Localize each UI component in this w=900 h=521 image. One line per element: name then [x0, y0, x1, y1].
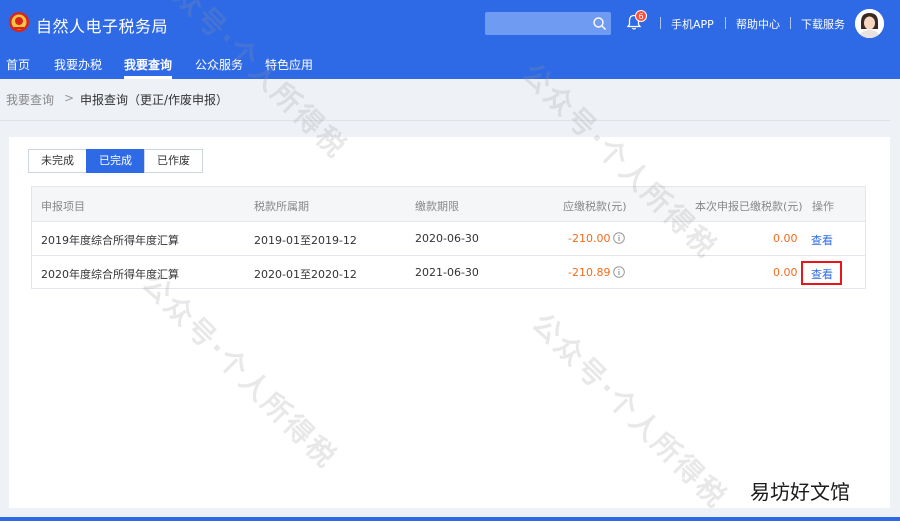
help-center-link[interactable]: 帮助中心 [736, 16, 780, 32]
cell-item: 2019年度综合所得年度汇算 [41, 234, 179, 247]
bottom-bar [0, 517, 900, 521]
column-header-tax-due: 应缴税款(元) [563, 200, 627, 213]
nav-item-home[interactable]: 首页 [6, 56, 30, 79]
highlight-box [801, 261, 842, 285]
mobile-app-link[interactable]: 手机APP [671, 16, 714, 32]
cell-item: 2020年度综合所得年度汇算 [41, 268, 179, 281]
info-icon[interactable] [613, 232, 626, 244]
column-header-period: 税款所属期 [254, 200, 309, 213]
cell-paid: 0.00 [773, 232, 798, 245]
cell-period: 2020-01至2020-12 [254, 268, 357, 281]
main-nav: 首页 我要办税 我要查询 公众服务 特色应用 [0, 52, 900, 79]
tab-incomplete[interactable]: 未完成 [28, 149, 87, 173]
table-header: 申报项目 税款所属期 缴款期限 应缴税款(元) 本次申报已缴税款(元) 操作 [32, 187, 865, 222]
cell-deadline: 2020-06-30 [415, 232, 479, 245]
nav-item-special-apps[interactable]: 特色应用 [265, 56, 313, 79]
nav-item-public-service[interactable]: 公众服务 [195, 56, 243, 79]
tax-emblem-icon [9, 12, 29, 32]
tab-voided[interactable]: 已作废 [144, 149, 203, 173]
cell-tax-due: -210.00 [568, 232, 626, 245]
tax-due-value: -210.00 [568, 232, 611, 245]
info-icon[interactable] [613, 266, 626, 278]
content-panel: 未完成 已完成 已作废 申报项目 税款所属期 缴款期限 应缴税款(元) 本次申报… [9, 137, 890, 508]
tab-completed[interactable]: 已完成 [86, 149, 145, 173]
table-row: 2019年度综合所得年度汇算 2019-01至2019-12 2020-06-3… [32, 222, 865, 256]
column-header-action: 操作 [812, 200, 834, 213]
column-header-deadline: 缴款期限 [415, 200, 459, 213]
cell-deadline: 2021-06-30 [415, 266, 479, 279]
cell-period: 2019-01至2019-12 [254, 234, 357, 247]
divider [790, 17, 791, 29]
divider [660, 17, 661, 29]
nav-item-query[interactable]: 我要查询 [124, 56, 173, 79]
table-row: 2020年度综合所得年度汇算 2020-01至2020-12 2021-06-3… [32, 256, 865, 290]
breadcrumb-current: 申报查询（更正/作废申报） [80, 93, 229, 107]
avatar[interactable] [855, 9, 884, 38]
view-button[interactable]: 查看 [811, 232, 833, 248]
cell-paid: 0.00 [773, 266, 798, 279]
cell-tax-due: -210.89 [568, 266, 626, 279]
column-header-item: 申报项目 [41, 200, 85, 213]
notification-badge: 6 [635, 10, 647, 22]
download-service-link[interactable]: 下载服务 [801, 16, 845, 32]
column-header-paid: 本次申报已缴税款(元) [695, 200, 803, 213]
search-icon[interactable] [592, 16, 607, 31]
breadcrumb-parent[interactable]: 我要查询 [6, 91, 54, 108]
app-title: 自然人电子税务局 [36, 17, 169, 36]
top-header: 自然人电子税务局 6 手机APP 帮助中心 下载服务 首页 我要办税 我要查询 … [0, 0, 900, 79]
divider [725, 17, 726, 29]
breadcrumb-separator: > [64, 91, 75, 105]
divider [0, 120, 890, 121]
status-tabs: 未完成 已完成 已作废 [28, 149, 203, 173]
nav-item-tax-service[interactable]: 我要办税 [54, 56, 102, 79]
search-box[interactable] [485, 12, 611, 35]
declaration-table: 申报项目 税款所属期 缴款期限 应缴税款(元) 本次申报已缴税款(元) 操作 2… [31, 186, 866, 289]
tax-due-value: -210.89 [568, 266, 611, 279]
site-watermark: 易坊好文馆 [750, 480, 850, 504]
user-avatar-icon [855, 9, 884, 38]
